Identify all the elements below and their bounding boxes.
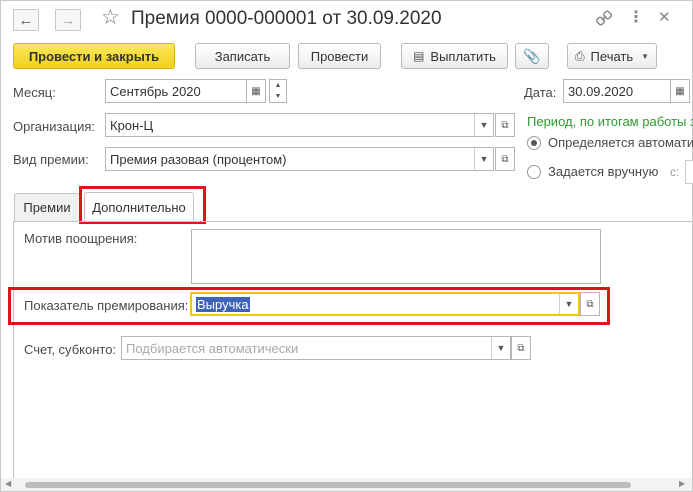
scrollbar-thumb[interactable] — [25, 482, 631, 488]
spin-up-icon: ▲ — [274, 82, 282, 89]
tab-bonuses[interactable]: Премии — [14, 193, 80, 221]
open-form-icon: ⧉ — [501, 153, 509, 165]
month-input[interactable]: Сентябрь 2020 — [105, 79, 247, 103]
indicator-value: Выручка — [196, 296, 250, 312]
more-icon[interactable]: ⋮ — [628, 10, 644, 26]
paperclip-icon: 📎 — [523, 47, 541, 64]
account-open-button[interactable]: ⧉ — [511, 336, 531, 360]
calendar-icon: ▦ — [675, 85, 685, 97]
back-arrow-icon: ← — [18, 11, 34, 29]
indicator-open-button[interactable]: ⧉ — [580, 292, 600, 316]
scroll-right-icon[interactable]: ▶ — [679, 479, 685, 488]
horizontal-scrollbar[interactable]: ◀ ▶ — [1, 478, 692, 491]
bonus-type-open-button[interactable]: ⧉ — [495, 147, 515, 171]
date-calendar-button[interactable]: ▦ — [670, 79, 690, 103]
window-title: Премия 0000-000001 от 30.09.2020 — [131, 8, 442, 29]
bonus-type-label: Вид премии: — [13, 152, 89, 167]
bonus-type-select[interactable]: Премия разовая (процентом) ▼ — [105, 147, 494, 171]
post-button[interactable]: Провести — [298, 43, 381, 69]
print-button[interactable]: ⎙ Печать ▼ — [567, 43, 657, 69]
chevron-down-icon[interactable]: ▼ — [474, 148, 493, 170]
date-label: Дата: — [524, 85, 557, 100]
chevron-down-icon[interactable]: ▼ — [474, 114, 493, 136]
open-form-icon: ⧉ — [501, 119, 509, 131]
from-date-input[interactable] — [685, 160, 693, 184]
print-label: Печать — [590, 48, 634, 64]
pay-label: Выплатить — [430, 48, 496, 64]
favorite-star-icon[interactable]: ☆ — [101, 7, 120, 28]
save-button[interactable]: Записать — [195, 43, 290, 69]
printer-icon: ⎙ — [574, 48, 585, 63]
spin-down-icon: ▼ — [274, 93, 282, 100]
pay-button[interactable]: ▤ Выплатить — [401, 43, 508, 69]
open-form-icon: ⧉ — [517, 342, 525, 354]
organization-open-button[interactable]: ⧉ — [495, 113, 515, 137]
link-icon[interactable] — [595, 10, 613, 30]
forward-button[interactable]: → — [55, 9, 81, 31]
close-icon[interactable]: ✕ — [658, 10, 671, 25]
chevron-down-icon[interactable]: ▼ — [559, 294, 578, 314]
chevron-down-icon: ▼ — [641, 51, 650, 61]
date-input[interactable]: 30.09.2020 — [563, 79, 671, 103]
account-select[interactable]: Подбирается автоматически ▼ — [121, 336, 511, 360]
chevron-down-icon[interactable]: ▼ — [491, 337, 510, 359]
month-spinner[interactable]: ▲ ▼ — [269, 79, 287, 103]
account-label: Счет, субконто: — [24, 342, 117, 357]
scroll-left-icon[interactable]: ◀ — [5, 479, 11, 488]
open-form-icon: ⧉ — [586, 298, 594, 310]
calendar-icon: ▦ — [251, 85, 261, 97]
pay-doc-icon: ▤ — [413, 49, 425, 63]
radio-auto-label: Определяется автомати — [548, 135, 693, 150]
from-label: с: — [670, 165, 680, 179]
radio-manual-label: Задается вручную — [548, 164, 659, 179]
period-heading: Период, по итогам работы з — [527, 114, 693, 129]
indicator-select[interactable]: Выручка ▼ — [190, 292, 580, 316]
organization-select[interactable]: Крон-Ц ▼ — [105, 113, 494, 137]
radio-auto[interactable] — [527, 136, 541, 150]
month-label: Месяц: — [13, 85, 56, 100]
attach-button[interactable]: 📎 — [515, 43, 549, 69]
back-button[interactable]: ← — [13, 9, 39, 31]
organization-label: Организация: — [13, 119, 96, 134]
motive-label: Мотив поощрения: — [24, 231, 138, 246]
post-and-close-button[interactable]: Провести и закрыть — [13, 43, 175, 69]
indicator-label: Показатель премирования: — [24, 298, 189, 313]
motive-textarea[interactable] — [191, 229, 601, 284]
forward-arrow-icon: → — [60, 11, 76, 29]
radio-manual[interactable] — [527, 165, 541, 179]
tab-highlight-frame — [79, 186, 206, 224]
month-calendar-button[interactable]: ▦ — [246, 79, 266, 103]
